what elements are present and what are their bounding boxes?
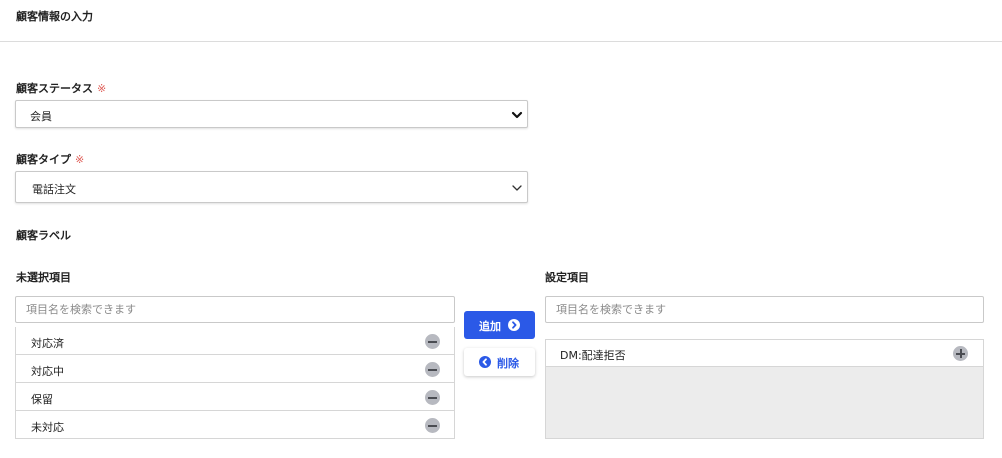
unselected-search[interactable] <box>15 296 455 323</box>
list-item[interactable]: DM:配達拒否 <box>546 340 983 367</box>
list-item[interactable]: 保留 <box>16 383 454 411</box>
add-circle-icon[interactable] <box>953 346 968 361</box>
list-item-label: 対応済 <box>31 337 64 350</box>
list-item[interactable]: 未対応 <box>16 411 454 438</box>
list-item[interactable]: 対応中 <box>16 355 454 383</box>
page-header: 顧客情報の入力 <box>0 0 1002 42</box>
customer-type-select[interactable]: 電話注文 <box>15 171 528 203</box>
remove-circle-icon[interactable] <box>425 390 440 405</box>
unselected-search-input[interactable] <box>16 297 454 322</box>
list-item[interactable]: 対応済 <box>16 327 454 355</box>
customer-labels-heading: 顧客ラベル <box>16 229 71 242</box>
required-mark: ※ <box>97 82 107 95</box>
customer-status-select[interactable]: 会員 <box>15 100 528 128</box>
chevron-down-icon <box>511 111 523 119</box>
customer-type-value: 電話注文 <box>32 183 76 196</box>
customer-status-label: 顧客ステータス ※ <box>16 80 106 96</box>
add-button-label: 追加 <box>479 320 501 333</box>
remove-circle-icon[interactable] <box>425 334 440 349</box>
customer-status-label-text: 顧客ステータス <box>16 82 93 95</box>
selected-search[interactable] <box>545 296 984 323</box>
remove-button[interactable]: 削除 <box>464 348 535 376</box>
customer-type-label-text: 顧客タイプ <box>16 153 71 166</box>
remove-circle-icon[interactable] <box>425 418 440 433</box>
selected-title: 設定項目 <box>545 271 589 284</box>
remove-circle-icon[interactable] <box>425 362 440 377</box>
page-title: 顧客情報の入力 <box>16 10 93 23</box>
remove-button-label: 削除 <box>497 357 519 370</box>
unselected-title: 未選択項目 <box>16 271 71 284</box>
customer-type-label: 顧客タイプ ※ <box>16 151 84 167</box>
chevron-down-icon <box>512 185 522 191</box>
unselected-list[interactable]: 対応済 対応中 保留 未対応 <box>15 327 455 439</box>
selected-list[interactable]: DM:配達拒否 <box>545 339 984 439</box>
customer-status-value: 会員 <box>30 110 52 123</box>
arrow-right-circle-icon <box>508 319 520 331</box>
list-item-label: DM:配達拒否 <box>560 349 626 362</box>
selected-search-input[interactable] <box>546 297 983 322</box>
add-button[interactable]: 追加 <box>464 311 535 339</box>
list-item-label: 未対応 <box>31 421 64 434</box>
list-item-label: 保留 <box>31 393 53 406</box>
arrow-left-circle-icon <box>479 356 491 368</box>
list-item-label: 対応中 <box>31 365 64 378</box>
required-mark: ※ <box>75 153 85 166</box>
